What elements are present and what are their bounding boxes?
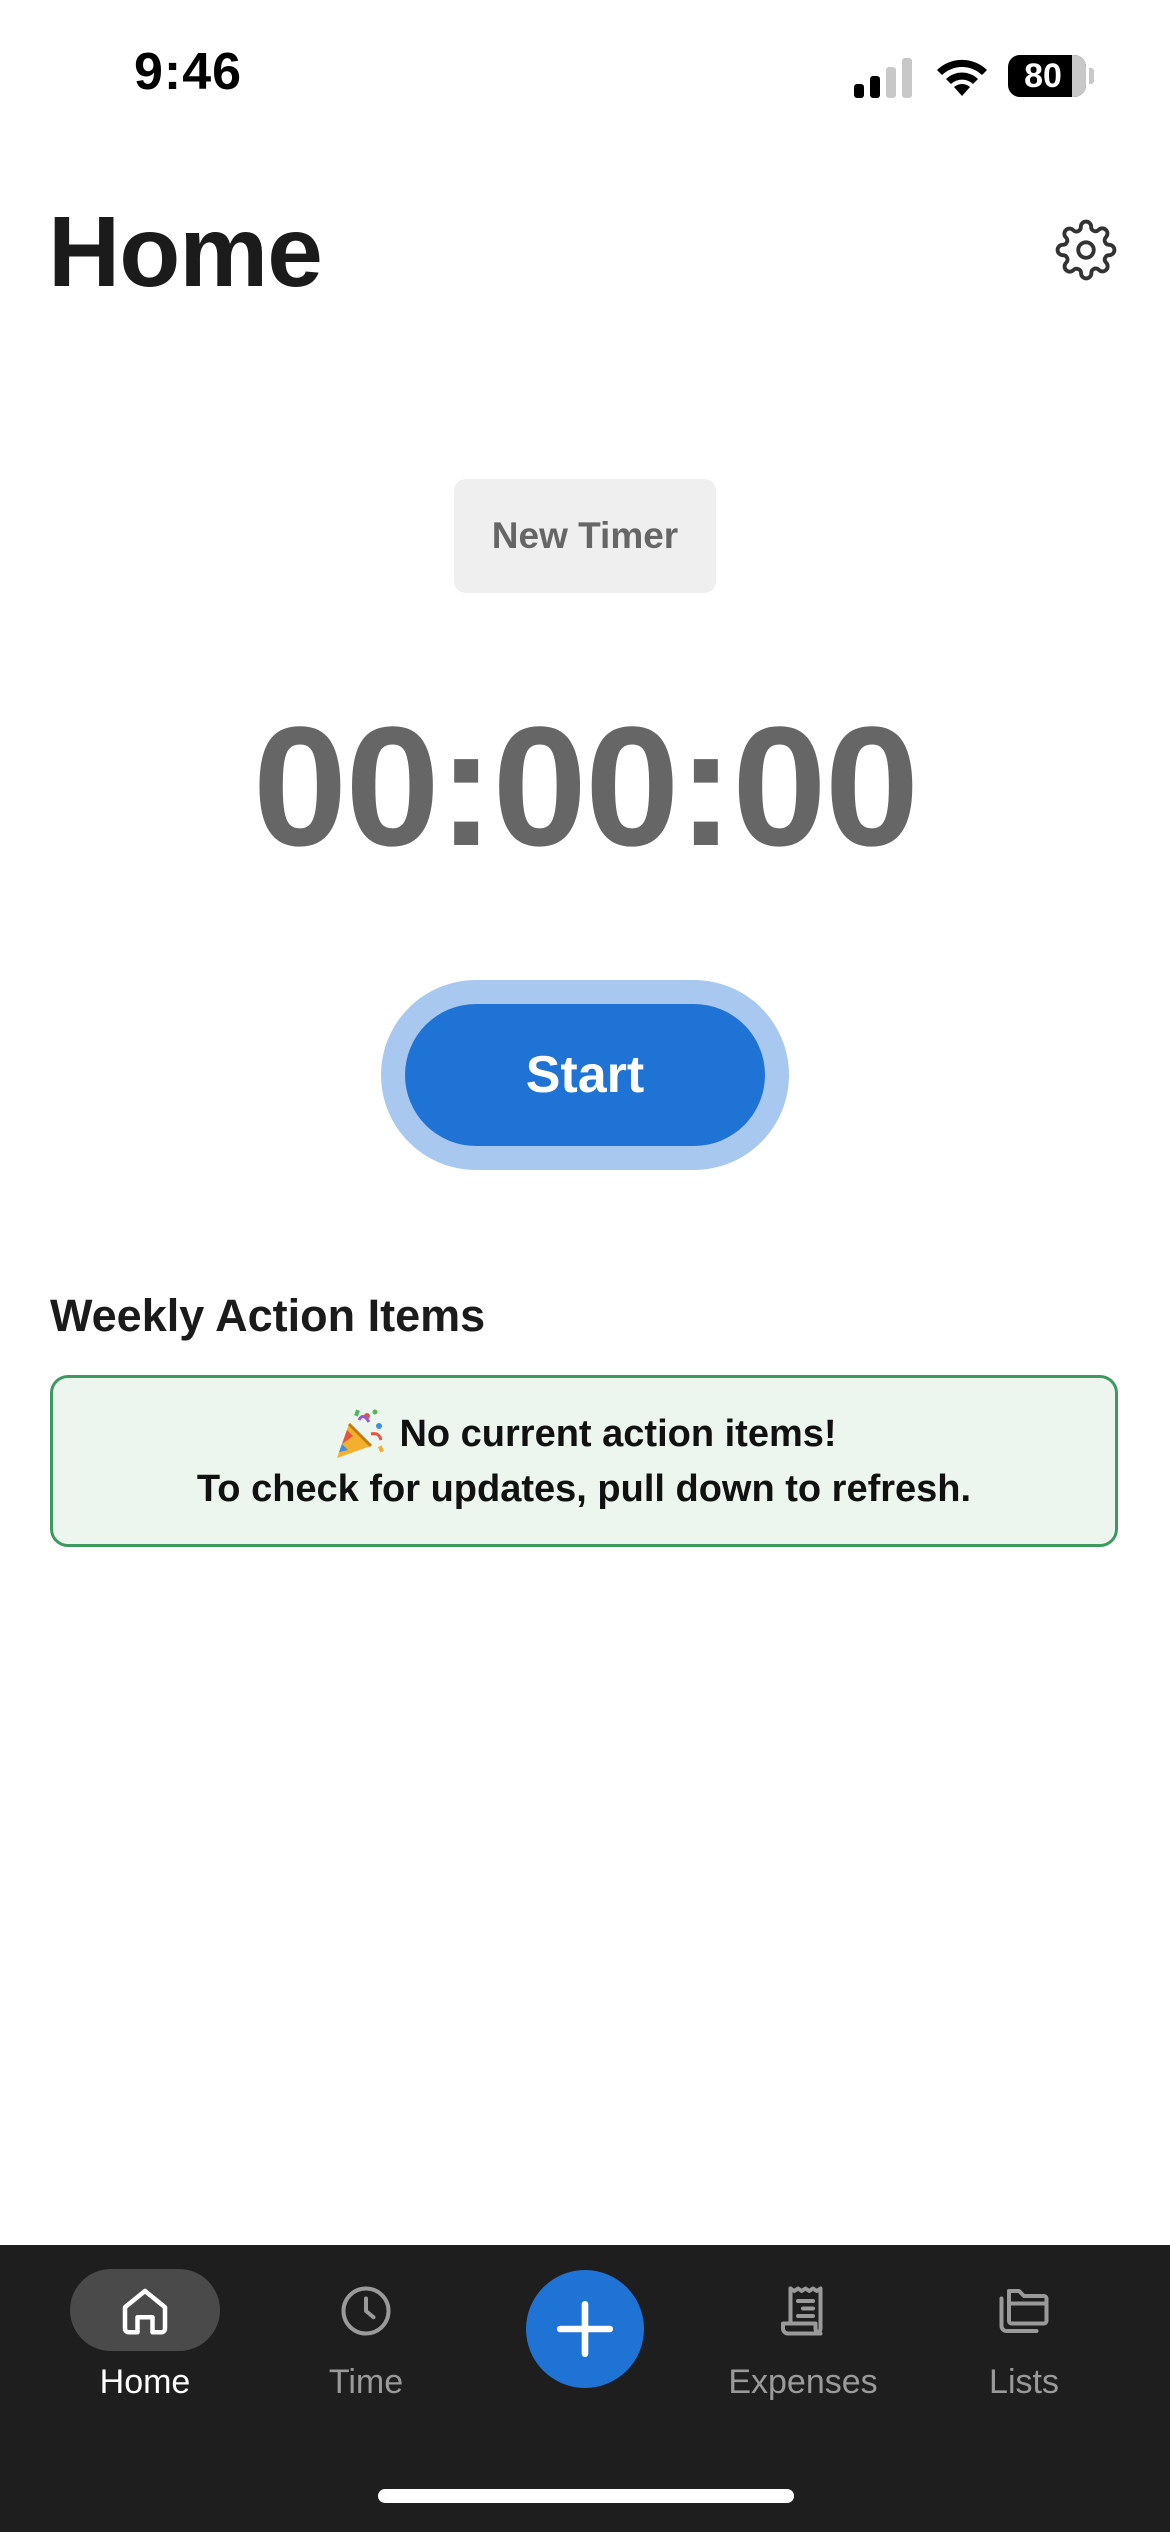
receipt-icon <box>781 2286 823 2336</box>
tab-expenses-label: Expenses <box>728 2363 878 2401</box>
gear-icon <box>1055 219 1117 281</box>
party-popper-icon <box>337 1409 385 1458</box>
tab-lists-label: Lists <box>989 2363 1059 2401</box>
timer-display: 00:00:00 <box>252 692 920 882</box>
cellular-signal-icon <box>854 58 912 98</box>
wifi-icon <box>937 59 987 96</box>
status-bar: 9:46 80 <box>0 0 1170 150</box>
settings-button[interactable] <box>1048 212 1124 288</box>
action-items-message: No current action items! <box>399 1413 837 1455</box>
action-items-message-row: No current action items! <box>331 1406 837 1462</box>
clock-icon <box>341 2286 391 2336</box>
tab-time[interactable]: Time <box>256 2245 476 2425</box>
status-time: 9:46 <box>134 43 243 101</box>
house-icon <box>122 2288 168 2335</box>
battery-body: 80 <box>1008 55 1086 97</box>
home-indicator[interactable] <box>378 2489 794 2503</box>
plus-icon <box>556 2300 614 2358</box>
tab-home-label: Home <box>99 2363 191 2401</box>
add-button[interactable] <box>526 2270 644 2388</box>
new-timer-button[interactable]: New Timer <box>454 479 716 593</box>
start-button[interactable]: Start <box>405 1004 765 1146</box>
weekly-action-items-title: Weekly Action Items <box>50 1290 486 1341</box>
tab-lists[interactable]: Lists <box>914 2245 1134 2425</box>
action-items-empty-card: No current action items! To check for up… <box>50 1375 1118 1547</box>
battery-indicator: 80 <box>1008 55 1094 97</box>
folder-icon <box>999 2289 1049 2333</box>
action-items-hint: To check for updates, pull down to refre… <box>196 1468 972 1510</box>
tab-home[interactable]: Home <box>35 2245 255 2425</box>
battery-level: 80 <box>1024 57 1062 95</box>
home-screen: 9:46 80 Home New Timer 00:00:00 Start We… <box>0 0 1170 2532</box>
tab-time-label: Time <box>328 2363 404 2401</box>
tab-expenses[interactable]: Expenses <box>693 2245 913 2425</box>
page-title: Home <box>48 196 323 308</box>
